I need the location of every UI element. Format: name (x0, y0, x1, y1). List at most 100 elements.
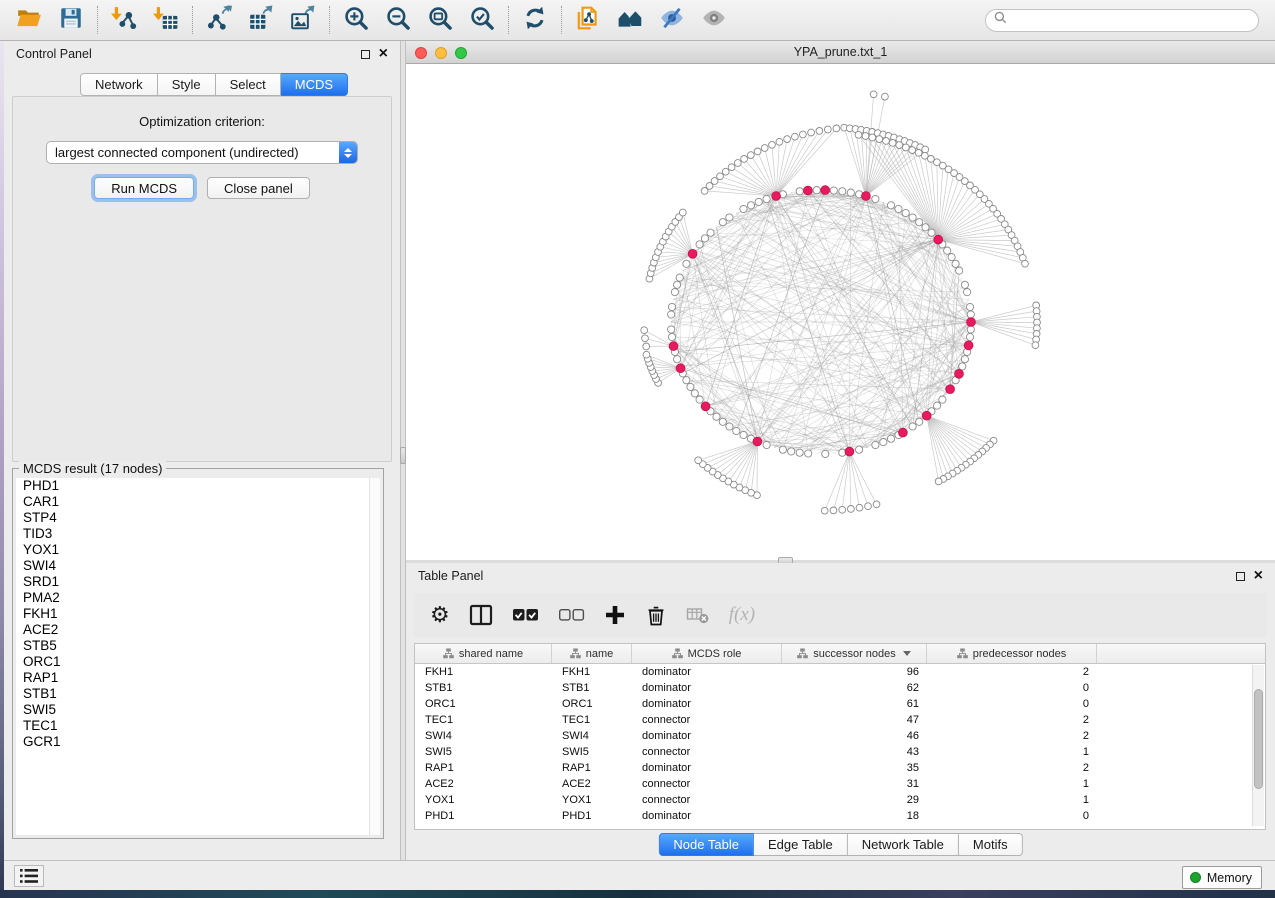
result-list-scrollbar[interactable] (369, 478, 380, 835)
memory-button[interactable]: Memory (1182, 866, 1262, 889)
task-history-button[interactable] (14, 865, 44, 887)
search-input[interactable] (1012, 13, 1250, 27)
tab-edge-table[interactable]: Edge Table (754, 833, 848, 856)
result-node-item[interactable]: ORC1 (16, 654, 380, 670)
memory-label: Memory (1207, 871, 1252, 885)
table-scrollbar[interactable] (1252, 665, 1264, 826)
application-window: Control Panel × NetworkStyleSelectMCDS O… (0, 0, 1275, 898)
table-row[interactable]: STB1STB1dominator620 (415, 680, 1265, 696)
result-node-item[interactable]: STB1 (16, 686, 380, 702)
table-cell: STB1 (415, 680, 552, 696)
result-node-item[interactable]: TID3 (16, 526, 380, 542)
result-node-item[interactable]: PHD1 (16, 478, 380, 494)
column-header-name[interactable]: name (552, 644, 632, 663)
import-network-button[interactable] (103, 4, 145, 36)
org-chart-icon (672, 648, 683, 659)
table-row[interactable]: ORC1ORC1dominator610 (415, 696, 1265, 712)
column-header-shared-name[interactable]: shared name (415, 644, 552, 663)
mcds-result-list[interactable]: PHD1CAR1STP4TID3YOX1SWI4SRD1PMA2FKH1ACE2… (16, 478, 380, 835)
zoom-selected-button[interactable] (461, 4, 503, 36)
table-cell: connector (632, 744, 782, 760)
show-annotations-button[interactable] (693, 4, 735, 36)
table-cell: dominator (632, 664, 782, 680)
zoom-out-button[interactable] (377, 4, 419, 36)
clone-network-button[interactable] (567, 4, 609, 36)
result-node-item[interactable]: SWI5 (16, 702, 380, 718)
network-window-titlebar[interactable]: YPA_prune.txt_1 (406, 41, 1275, 64)
save-session-button[interactable] (50, 4, 92, 36)
optimization-criterion-select[interactable]: largest connected component (undirected) (46, 141, 358, 164)
add-button[interactable] (604, 601, 626, 629)
result-node-item[interactable]: SWI4 (16, 558, 380, 574)
export-network-button[interactable] (198, 4, 240, 36)
table-row[interactable]: FKH1FKH1dominator962 (415, 664, 1265, 680)
export-table-button[interactable] (240, 4, 282, 36)
table-row[interactable]: PHD1PHD1dominator180 (415, 808, 1265, 824)
table-cell: YOX1 (552, 792, 632, 808)
table-row[interactable]: ACE2ACE2connector311 (415, 776, 1265, 792)
table-remove-button[interactable] (686, 601, 710, 629)
tab-style[interactable]: Style (158, 73, 216, 96)
select-all-icon (512, 604, 539, 626)
result-node-item[interactable]: STB5 (16, 638, 380, 654)
search-box[interactable] (985, 9, 1259, 32)
function-button[interactable]: f(x) (729, 601, 755, 629)
result-node-item[interactable]: ACE2 (16, 622, 380, 638)
zoom-in-button[interactable] (335, 4, 377, 36)
import-table-button[interactable] (145, 4, 187, 36)
result-node-item[interactable]: YOX1 (16, 542, 380, 558)
select-all-button[interactable] (512, 601, 539, 629)
table-row[interactable]: YOX1YOX1connector291 (415, 792, 1265, 808)
result-node-item[interactable]: FKH1 (16, 606, 380, 622)
network-overview-button[interactable] (609, 4, 651, 36)
result-node-item[interactable]: STP4 (16, 510, 380, 526)
tab-node-table[interactable]: Node Table (658, 833, 754, 856)
tab-network[interactable]: Network (80, 73, 158, 96)
tab-network-table[interactable]: Network Table (848, 833, 959, 856)
result-node-item[interactable]: CAR1 (16, 494, 380, 510)
mcds-tab-content: Optimization criterion: largest connecte… (12, 96, 392, 462)
network-canvas[interactable] (406, 64, 1275, 560)
delete-button[interactable] (645, 601, 667, 629)
close-panel-icon[interactable]: × (379, 49, 388, 59)
gear-button[interactable]: ⚙ (430, 601, 450, 629)
run-mcds-button[interactable]: Run MCDS (94, 177, 194, 199)
tab-select[interactable]: Select (216, 73, 281, 96)
zoom-selected-icon (469, 5, 495, 36)
result-node-item[interactable]: PMA2 (16, 590, 380, 606)
zoom-in-icon (343, 5, 369, 36)
table-cell: 61 (782, 696, 927, 712)
zoom-fit-icon (427, 5, 453, 36)
table-scrollbar-thumb[interactable] (1254, 689, 1263, 789)
columns-button[interactable] (469, 601, 493, 629)
float-panel-icon[interactable] (1236, 572, 1245, 581)
open-file-button[interactable] (8, 4, 50, 36)
import-network-icon (111, 5, 137, 36)
column-header-MCDS-role[interactable]: MCDS role (632, 644, 782, 663)
deselect-all-button[interactable] (558, 601, 585, 629)
export-image-button[interactable] (282, 4, 324, 36)
float-panel-icon[interactable] (361, 50, 370, 59)
table-header-row: shared name name MCDS role successor nod… (415, 644, 1265, 664)
refresh-layout-button[interactable] (514, 4, 556, 36)
table-row[interactable]: TEC1TEC1connector472 (415, 712, 1265, 728)
tab-mcds[interactable]: MCDS (281, 73, 348, 96)
close-panel-icon[interactable]: × (1254, 571, 1263, 581)
org-chart-icon (570, 648, 581, 659)
network-graph[interactable] (406, 64, 1275, 560)
tab-motifs[interactable]: Motifs (959, 833, 1023, 856)
result-node-item[interactable]: RAP1 (16, 670, 380, 686)
table-row[interactable]: SWI5SWI5connector431 (415, 744, 1265, 760)
toolbar-separator (192, 6, 193, 34)
column-header-predecessor-nodes[interactable]: predecessor nodes (927, 644, 1097, 663)
network-window: YPA_prune.txt_1 (406, 41, 1275, 560)
table-row[interactable]: RAP1RAP1dominator352 (415, 760, 1265, 776)
column-header-successor-nodes[interactable]: successor nodes (782, 644, 927, 663)
result-node-item[interactable]: SRD1 (16, 574, 380, 590)
zoom-fit-button[interactable] (419, 4, 461, 36)
close-panel-button[interactable]: Close panel (207, 177, 310, 199)
hide-annotations-button[interactable] (651, 4, 693, 36)
table-row[interactable]: SWI4SWI4dominator462 (415, 728, 1265, 744)
result-node-item[interactable]: GCR1 (16, 734, 380, 750)
result-node-item[interactable]: TEC1 (16, 718, 380, 734)
